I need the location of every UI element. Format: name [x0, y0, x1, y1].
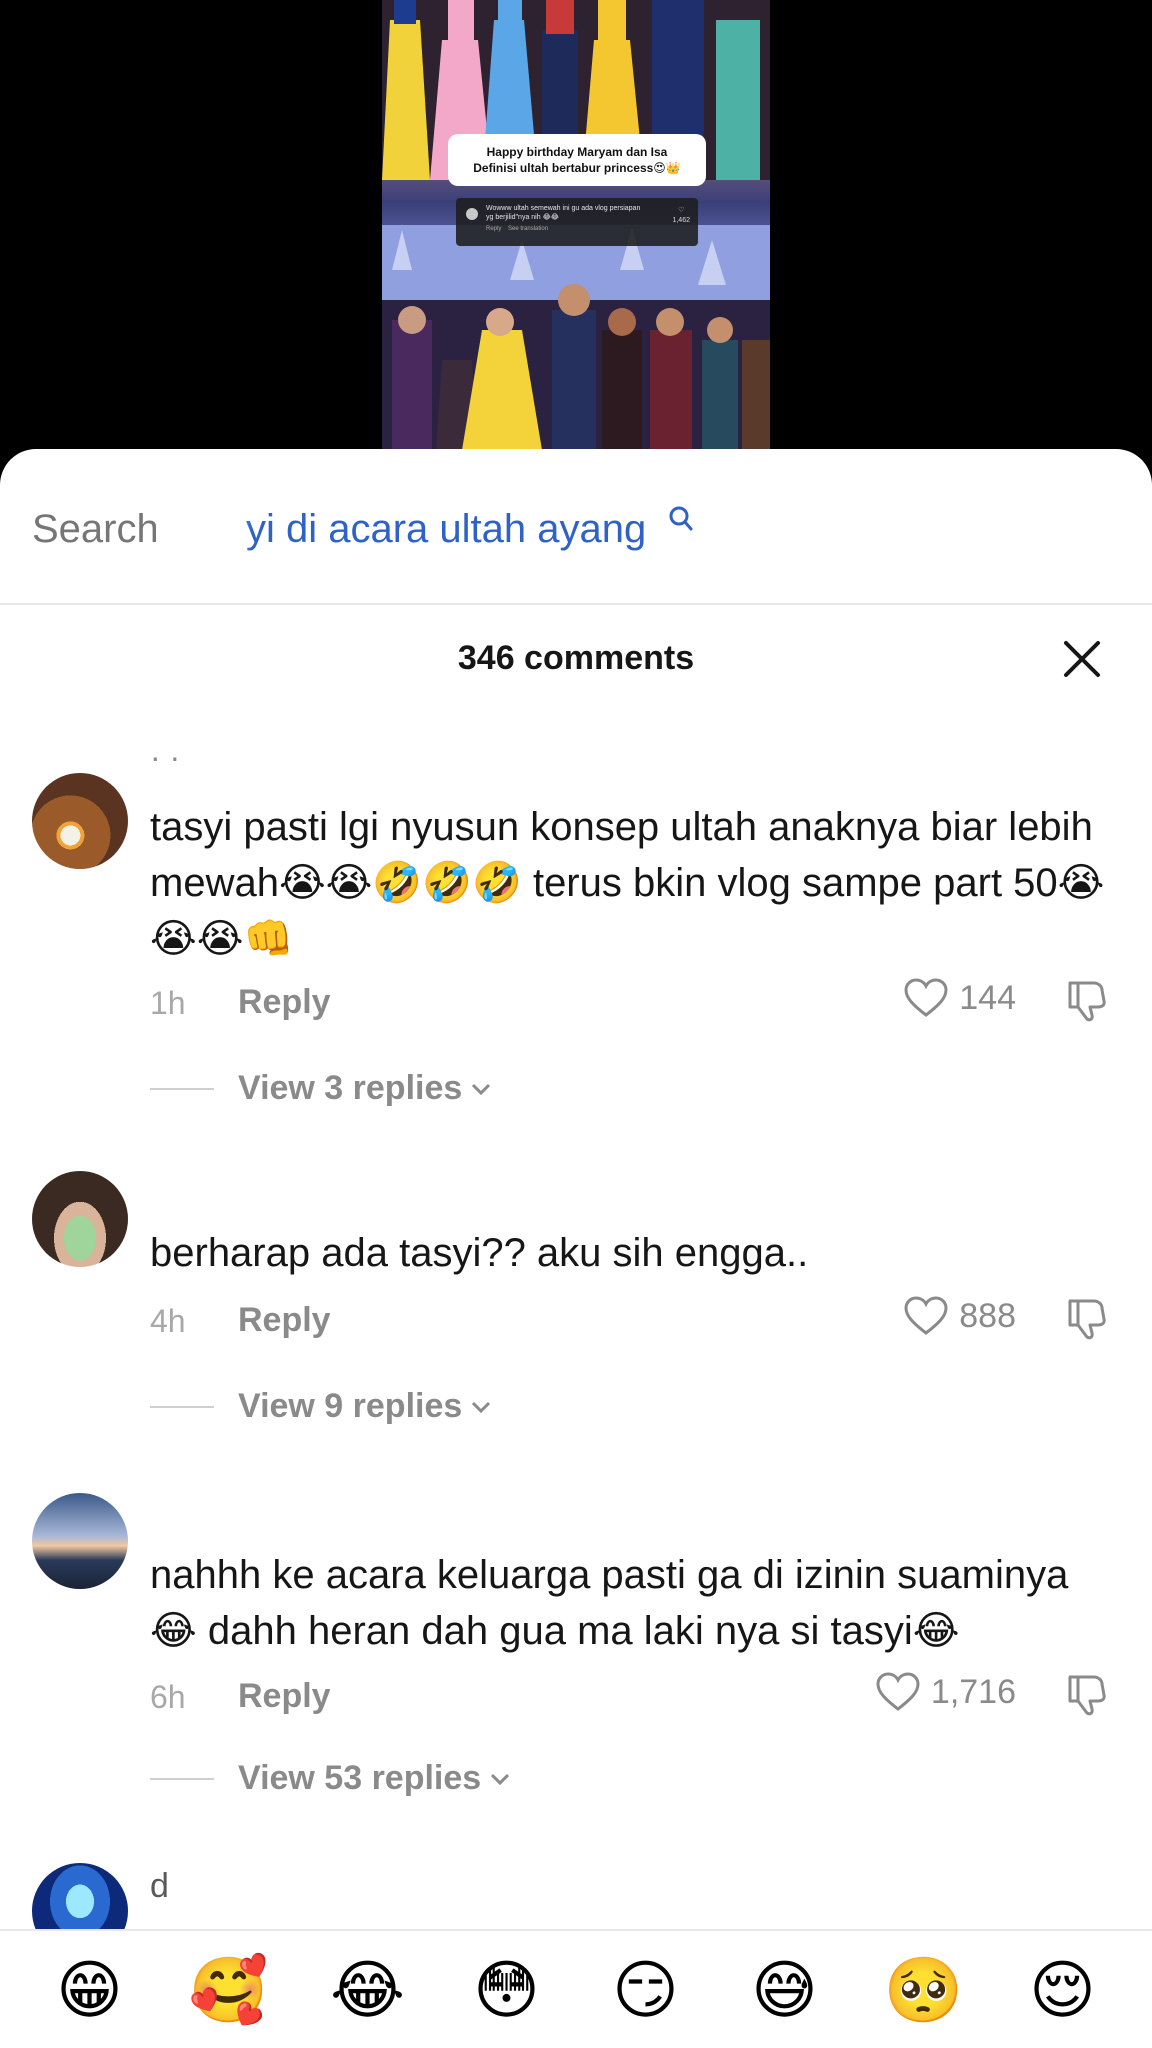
like-button[interactable]: 144 — [903, 977, 1016, 1019]
emoji-quick-bar: 😁 🥰 😂 😳 😏 😅 🥺 😌 — [0, 1929, 1152, 2048]
replies-divider — [150, 1405, 214, 1408]
dislike-icon[interactable] — [1064, 1671, 1110, 1717]
comment-text: berharap ada tasyi?? aku sih engga.. — [150, 1231, 809, 1275]
mini-comment-text: Wowww ultah semewah ini gu ada vlog pers… — [486, 205, 641, 221]
mini-see-translation: See translation — [508, 226, 549, 232]
view-replies-label: View 9 replies — [238, 1387, 463, 1425]
mini-avatar — [466, 208, 478, 220]
comment-username[interactable]: d — [150, 1867, 169, 1906]
heart-icon — [904, 978, 948, 1017]
search-fade — [156, 497, 252, 561]
view-replies-button[interactable]: View 53 replies — [150, 1759, 511, 1798]
comments-count: 346 comments — [457, 639, 695, 677]
mini-reply-label: Reply — [486, 226, 502, 232]
close-icon[interactable] — [1060, 637, 1104, 681]
mini-comment-actions: Reply See translation — [486, 226, 690, 232]
heart-icon — [876, 1672, 920, 1711]
view-replies-label: View 53 replies — [238, 1759, 482, 1797]
dislike-icon[interactable] — [1064, 977, 1110, 1023]
avatar[interactable] — [32, 1171, 128, 1267]
emoji-pleading[interactable]: 🥺 — [876, 1954, 972, 2026]
video-thumbnail[interactable]: Happy birthday Maryam dan Isa Definisi u… — [382, 0, 770, 450]
caption-line-2: Definisi ultah bertabur princess😍👑 — [473, 161, 681, 175]
comment-text: tasyi pasti lgi nyusun konsep ultah anak… — [150, 805, 1105, 961]
comments-sheet: Search yi di acara ultah ayang 346 comme… — [0, 449, 1152, 2048]
mini-likes: ♡ 1,462 — [672, 206, 690, 226]
replies-divider — [150, 1777, 214, 1780]
comment-time: 6h — [150, 1679, 186, 1715]
reply-button[interactable]: Reply — [238, 1677, 331, 1716]
reply-button[interactable]: Reply — [238, 1301, 331, 1340]
like-count: 144 — [959, 978, 1016, 1017]
video-caption: Happy birthday Maryam dan Isa Definisi u… — [448, 134, 706, 186]
chevron-down-icon — [491, 1773, 510, 1785]
avatar[interactable] — [32, 773, 128, 869]
emoji-smiling-hearts[interactable]: 🥰 — [181, 1954, 277, 2026]
search-bar[interactable]: Search yi di acara ultah ayang — [0, 449, 1152, 605]
heart-icon — [904, 1296, 948, 1335]
comment-text: nahhh ke acara keluarga pasti ga di izin… — [150, 1553, 1069, 1653]
emoji-flushed[interactable]: 😳 — [459, 1954, 555, 2026]
video-embedded-comment: Wowww ultah semewah ini gu ada vlog pers… — [456, 198, 698, 246]
comment-time: 1h — [150, 985, 186, 1021]
view-replies-button[interactable]: View 3 replies — [150, 1069, 492, 1108]
emoji-joy[interactable]: 😂 — [320, 1954, 416, 2026]
replies-divider — [150, 1087, 214, 1090]
emoji-relieved[interactable]: 😌 — [1015, 1954, 1111, 2026]
emoji-grin[interactable]: 😁 — [42, 1954, 138, 2026]
caption-line-1: Happy birthday Maryam dan Isa — [486, 145, 668, 159]
comment-time: 4h — [150, 1303, 186, 1339]
view-replies-label: View 3 replies — [238, 1069, 463, 1107]
like-button[interactable]: 888 — [903, 1295, 1016, 1337]
like-count: 1,716 — [930, 1672, 1016, 1711]
comments-header: 346 comments — [0, 605, 1152, 713]
mini-like-count: 1,462 — [672, 217, 690, 224]
comment-username[interactable]: · · — [150, 739, 180, 776]
search-label: Search — [32, 507, 159, 551]
like-button[interactable]: 1,716 — [875, 1671, 1016, 1713]
avatar[interactable] — [32, 1493, 128, 1589]
dislike-icon[interactable] — [1064, 1295, 1110, 1341]
search-icon[interactable] — [668, 505, 694, 535]
mini-heart-icon: ♡ — [678, 207, 685, 214]
search-query-text[interactable]: yi di acara ultah ayang — [246, 505, 646, 553]
like-count: 888 — [959, 1296, 1016, 1335]
chevron-down-icon — [472, 1401, 491, 1413]
emoji-smirk[interactable]: 😏 — [598, 1954, 694, 2026]
emoji-sweat-smile[interactable]: 😅 — [737, 1954, 833, 2026]
reply-button[interactable]: Reply — [238, 983, 331, 1022]
view-replies-button[interactable]: View 9 replies — [150, 1387, 492, 1426]
chevron-down-icon — [472, 1083, 491, 1095]
video-area[interactable]: Happy birthday Maryam dan Isa Definisi u… — [0, 0, 1152, 470]
